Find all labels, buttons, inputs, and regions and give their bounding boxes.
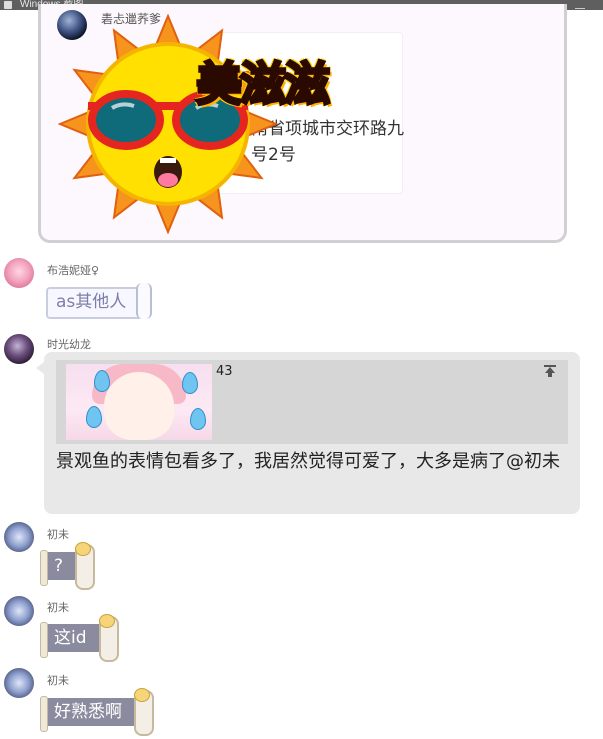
sender-name[interactable]: 布浩妮娅♀ bbox=[47, 262, 99, 278]
scroll-roll-decoration-icon bbox=[75, 542, 96, 590]
message-text: 这id bbox=[54, 628, 87, 648]
message-bubble[interactable]: 这id bbox=[40, 614, 119, 662]
scroll-left-roll bbox=[40, 696, 48, 732]
minimize-button[interactable] bbox=[575, 0, 585, 9]
message-text: as其他人 bbox=[56, 292, 127, 312]
quoted-sticker-reply[interactable]: 43 bbox=[56, 360, 568, 444]
sender-name[interactable]: 时光幼龙 bbox=[47, 336, 91, 352]
address-text: 南省项城市交环路九 号2号 bbox=[251, 119, 404, 165]
quote-count: 43 bbox=[216, 364, 233, 379]
message-text: ? bbox=[54, 556, 64, 576]
message-bubble[interactable]: 43 景观鱼的表情包看多了，我居然觉得可爱了，大多是病了@初未 bbox=[44, 352, 580, 514]
avatar[interactable] bbox=[4, 522, 34, 552]
message-bubble[interactable]: 好熟悉啊 bbox=[40, 688, 154, 736]
bubble-decoration-icon bbox=[136, 283, 153, 319]
sweat-drop-icon bbox=[190, 408, 206, 430]
message-text: 好熟悉啊 bbox=[54, 702, 122, 722]
sender-name[interactable]: 初未 bbox=[47, 599, 69, 615]
sweat-drop-icon bbox=[94, 370, 110, 392]
message-bubble[interactable]: as其他人 bbox=[46, 283, 153, 319]
avatar[interactable] bbox=[4, 258, 34, 288]
pin-to-top-icon[interactable] bbox=[542, 364, 558, 380]
scroll-left-roll bbox=[40, 622, 48, 658]
sticker-image[interactable] bbox=[66, 364, 212, 440]
app-icon bbox=[4, 1, 12, 9]
message-text: 景观鱼的表情包看多了，我居然觉得可爱了，大多是病了@初未 bbox=[56, 451, 560, 472]
meizizi-sticker-text: 美滋滋 bbox=[195, 56, 332, 113]
sun-sticker-icon bbox=[58, 14, 278, 234]
scroll-left-roll bbox=[40, 550, 48, 586]
sweat-drop-icon bbox=[182, 372, 198, 394]
sender-name[interactable]: 初未 bbox=[47, 526, 69, 542]
sweat-drop-icon bbox=[86, 406, 102, 428]
sticker-face bbox=[104, 372, 174, 440]
scroll-roll-decoration-icon bbox=[98, 614, 119, 662]
avatar[interactable] bbox=[4, 596, 34, 626]
bubble-tail bbox=[36, 362, 44, 374]
message-bubble[interactable]: ? bbox=[40, 542, 96, 590]
scroll-roll-decoration-icon bbox=[134, 688, 154, 736]
avatar[interactable] bbox=[4, 668, 34, 698]
sender-name[interactable]: 初未 bbox=[47, 672, 69, 688]
avatar[interactable] bbox=[4, 334, 34, 364]
